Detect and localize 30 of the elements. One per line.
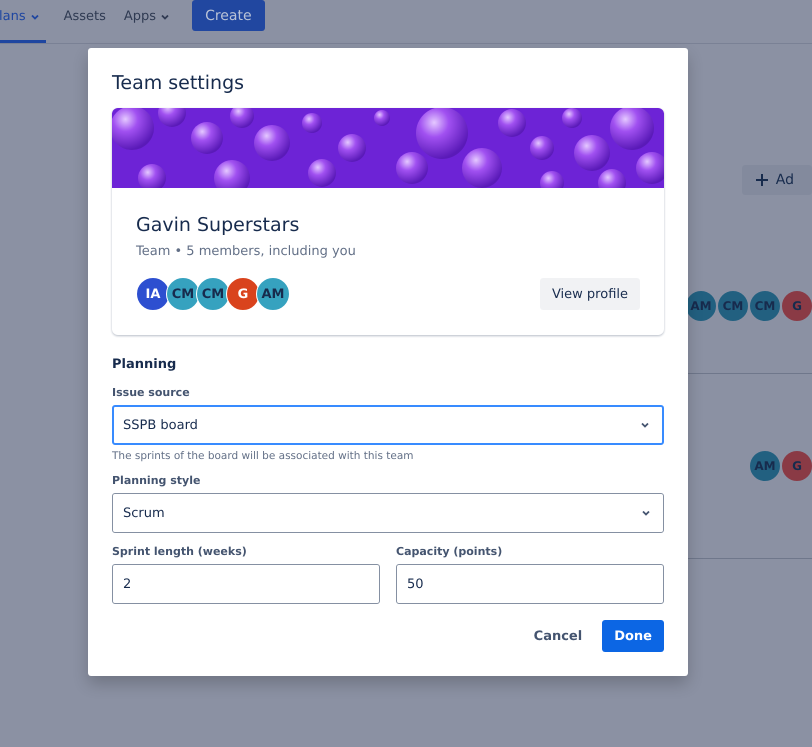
avatar: IA bbox=[136, 277, 170, 311]
section-heading: Planning bbox=[112, 357, 178, 372]
field-label: Issue source bbox=[112, 386, 191, 399]
dialog-title: Team settings bbox=[112, 72, 246, 94]
field-label: Sprint length (weeks) bbox=[112, 545, 248, 558]
team-subtitle: Team • 5 members, including you bbox=[136, 244, 357, 259]
nav-item[interactable]: Assets bbox=[64, 0, 106, 34]
avatar: G bbox=[780, 289, 812, 323]
input-field[interactable]: 50 bbox=[396, 564, 664, 604]
nav-item[interactable]: Apps bbox=[124, 0, 170, 34]
cancel-button[interactable]: Cancel bbox=[522, 620, 594, 652]
add-button[interactable]: Ad bbox=[742, 165, 812, 195]
avatar: CM bbox=[196, 277, 230, 311]
done-button[interactable]: Done bbox=[602, 620, 664, 652]
team-name: Gavin Superstars bbox=[136, 214, 300, 236]
plus-icon bbox=[756, 174, 768, 186]
select-field[interactable]: Scrum bbox=[112, 493, 664, 533]
view-profile-button[interactable]: View profile bbox=[540, 278, 640, 310]
avatar: AM bbox=[256, 277, 290, 311]
avatar: G bbox=[226, 277, 260, 311]
field-label: Capacity (points) bbox=[396, 545, 504, 558]
avatar: G bbox=[780, 449, 812, 483]
avatar: CM bbox=[166, 277, 200, 311]
field-label: Planning style bbox=[112, 474, 202, 487]
chevron-down-icon bbox=[641, 508, 651, 518]
input-field[interactable]: 2 bbox=[112, 564, 380, 604]
create-button[interactable]: Create bbox=[192, 0, 265, 31]
chevron-down-icon bbox=[640, 420, 650, 430]
help-text: The sprints of the board will be associated with this team bbox=[112, 450, 414, 462]
select-field[interactable]: SSPB board bbox=[112, 405, 664, 445]
